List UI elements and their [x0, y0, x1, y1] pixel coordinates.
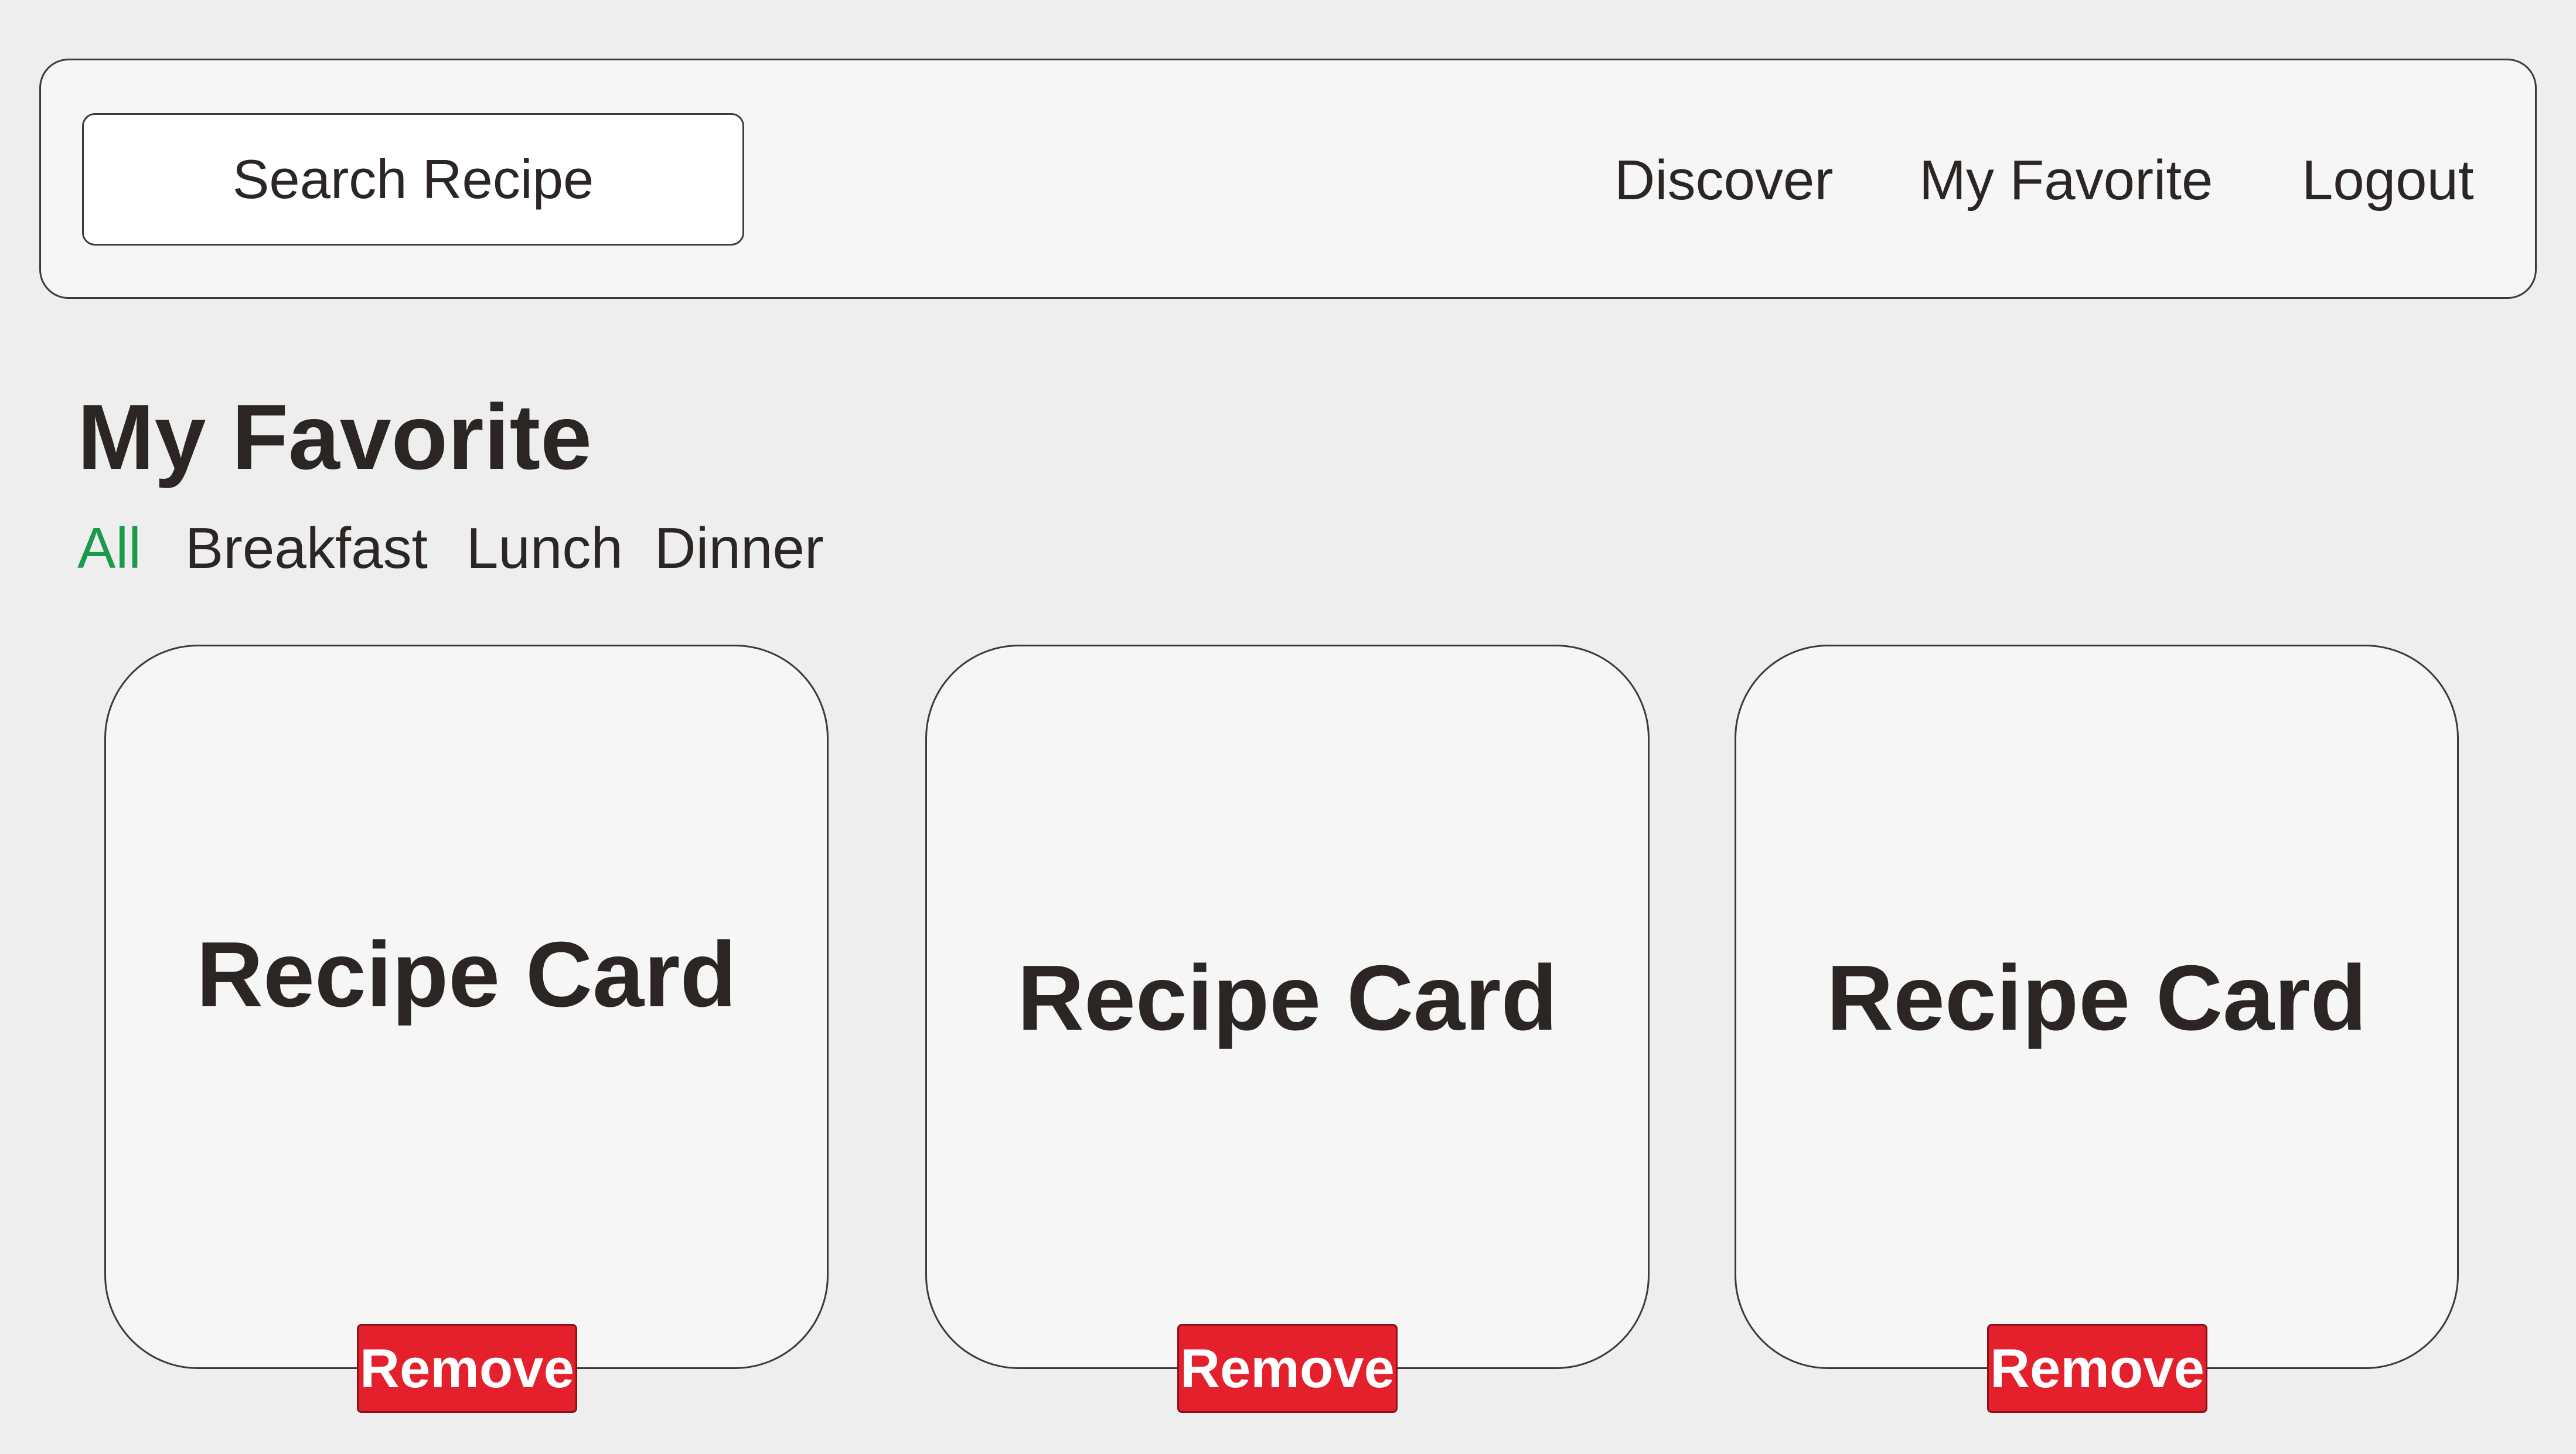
nav-link-my-favorite[interactable]: My Favorite	[1919, 60, 2213, 301]
remove-button[interactable]: Remove	[1987, 1324, 2207, 1413]
recipe-card-title: Recipe Card	[1017, 946, 1558, 1050]
recipe-card[interactable]: Recipe Card	[925, 645, 1650, 1369]
filter-all[interactable]: All	[77, 515, 141, 581]
page-title: My Favorite	[77, 386, 592, 489]
filter-dinner[interactable]: Dinner	[655, 515, 824, 581]
nav-link-discover[interactable]: Discover	[1614, 60, 1833, 301]
recipe-card[interactable]: Recipe Card	[104, 645, 829, 1369]
filter-breakfast[interactable]: Breakfast	[185, 515, 428, 581]
nav-link-logout[interactable]: Logout	[2302, 60, 2474, 301]
filter-lunch[interactable]: Lunch	[466, 515, 623, 581]
remove-button[interactable]: Remove	[1177, 1324, 1398, 1413]
remove-button[interactable]: Remove	[357, 1324, 577, 1413]
recipe-card[interactable]: Recipe Card	[1735, 645, 2459, 1369]
category-filter-bar: All Breakfast Lunch Dinner	[77, 510, 824, 586]
top-navbar: Search Recipe Discover My Favorite Logou…	[39, 59, 2537, 299]
recipe-card-title: Recipe Card	[1826, 946, 2367, 1050]
search-input[interactable]: Search Recipe	[82, 113, 744, 246]
recipe-card-title: Recipe Card	[196, 923, 737, 1026]
search-placeholder: Search Recipe	[232, 148, 594, 210]
